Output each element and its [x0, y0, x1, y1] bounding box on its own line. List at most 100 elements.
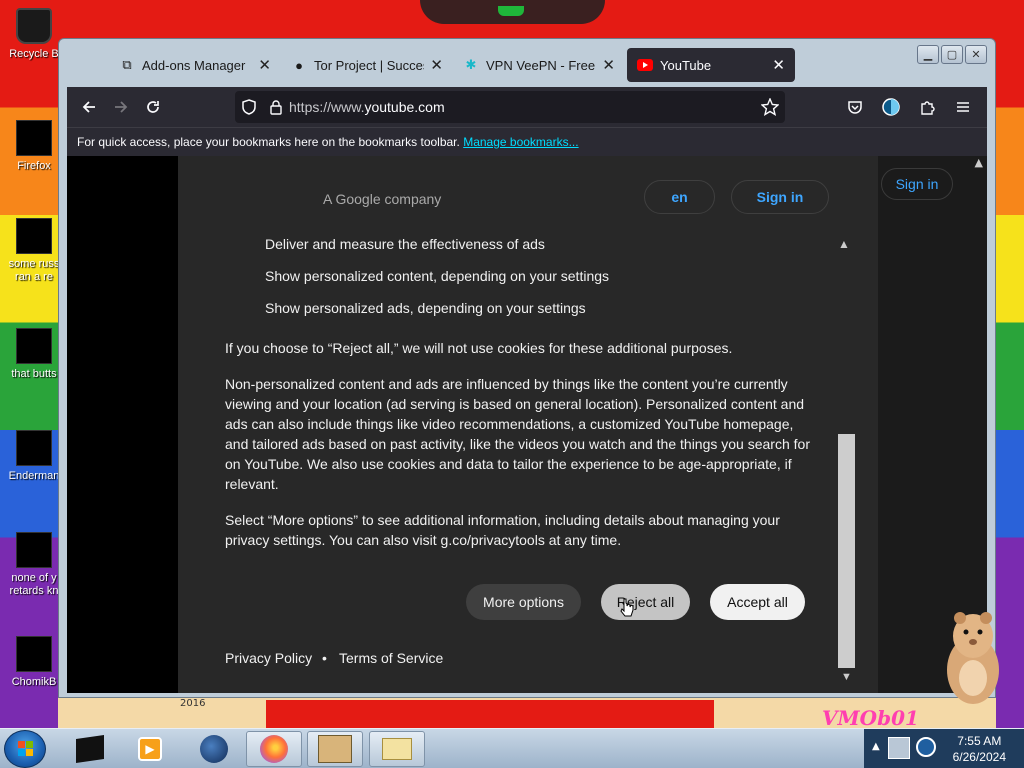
- consent-list-item: Show personalized ads, depending on your…: [265, 300, 586, 316]
- chevron-up-icon[interactable]: ▲: [838, 237, 850, 251]
- tray-expand-icon[interactable]: ▲: [872, 741, 880, 752]
- close-tab-button[interactable]: ✕: [430, 56, 443, 74]
- media-player-icon: ▶: [138, 737, 162, 761]
- close-tab-button[interactable]: ✕: [602, 56, 615, 74]
- close-tab-button[interactable]: ✕: [258, 56, 271, 74]
- language-button[interactable]: en: [644, 180, 715, 214]
- url-bar[interactable]: https://www.youtube.com: [235, 91, 785, 123]
- desktop-icon-label: Firefox: [17, 160, 51, 172]
- tab-veepn[interactable]: ✱ VPN VeePN - Free VPN ✕: [453, 48, 625, 82]
- reject-all-button[interactable]: Reject all: [601, 584, 690, 620]
- start-button[interactable]: [4, 730, 46, 768]
- menu-button[interactable]: [947, 91, 979, 123]
- taskbar-item-firefox[interactable]: [246, 731, 302, 767]
- tab-addons-manager[interactable]: ⧉ Add-ons Manager ✕: [109, 48, 281, 82]
- taskbar-item-explorer[interactable]: [369, 731, 425, 767]
- desktop-icon-firefox[interactable]: Firefox: [4, 120, 64, 173]
- desktop-icon-label: ChomikB: [11, 676, 57, 688]
- google-company-text: A Google company: [323, 191, 442, 207]
- pocket-button[interactable]: [839, 91, 871, 123]
- wallpaper-strip-red: [266, 700, 714, 728]
- consent-list-item: Deliver and measure the effectiveness of…: [265, 236, 545, 252]
- desktop-icon-enderman[interactable]: Enderman: [4, 430, 64, 483]
- desktop-icon-none-of-y[interactable]: none of y retards kn: [4, 532, 64, 598]
- tab-label: VPN VeePN - Free VPN: [486, 57, 596, 73]
- desktop-icon-recycle-bin[interactable]: Recycle B: [4, 8, 64, 61]
- taskbar: ▶ ▲ 7:55 AM 6/26/2024: [0, 728, 1024, 768]
- pocket-icon: [848, 101, 862, 114]
- desktop-icon-some-russ[interactable]: some russ ran a re: [4, 218, 64, 284]
- bookmarks-toolbar: For quick access, place your bookmarks h…: [67, 127, 987, 156]
- terms-of-service-link[interactable]: Terms of Service: [339, 650, 443, 666]
- tab-label: YouTube: [660, 57, 712, 73]
- wallpaper-logo-text: VMOb01: [822, 706, 919, 730]
- clock-date: 6/26/2024: [952, 750, 1006, 764]
- navigation-toolbar: https://www.youtube.com: [67, 87, 987, 127]
- extensions-button[interactable]: [911, 91, 943, 123]
- youtube-sign-in-button[interactable]: Sign in: [881, 168, 953, 200]
- minimize-button[interactable]: ▁: [917, 45, 939, 64]
- tab-label: Add-ons Manager: [142, 57, 246, 73]
- taskbar-item-terminal[interactable]: [62, 731, 118, 767]
- url-domain: youtube.com: [364, 99, 445, 115]
- close-tab-button[interactable]: ✕: [772, 56, 785, 74]
- accept-all-button[interactable]: Accept all: [710, 584, 805, 620]
- document-icon: [16, 218, 52, 254]
- hamster-mascot: [947, 612, 999, 704]
- shield-icon: [242, 99, 256, 115]
- hamster-box-icon: [318, 735, 352, 763]
- consent-paragraph-personalization: Non-personalized content and ads are inf…: [225, 376, 810, 492]
- clock-time: 7:55 AM: [957, 734, 1002, 748]
- vpn-extension-button[interactable]: [875, 91, 907, 123]
- taskbar-item-media-player[interactable]: ▶: [122, 731, 178, 767]
- tab-tor-project[interactable]: ● Tor Project | Success ✕: [281, 48, 453, 82]
- privacy-policy-link[interactable]: Privacy Policy: [225, 650, 312, 666]
- taskbar-item-chomikbox[interactable]: [307, 731, 363, 767]
- consent-sign-in-button[interactable]: Sign in: [731, 180, 829, 214]
- page-scroll-up-icon[interactable]: ▲: [975, 156, 983, 169]
- network-icon[interactable]: [888, 737, 910, 759]
- desktop-icon-label: that butts: [11, 368, 57, 380]
- windows-logo-icon: [18, 741, 33, 756]
- desktop-icon-label: some russ ran a re: [8, 258, 60, 283]
- vpn-tray-icon[interactable]: [916, 737, 936, 757]
- window-controls: ▁ ▢ ✕: [917, 45, 987, 64]
- more-options-button[interactable]: More options: [466, 584, 581, 620]
- tab-youtube[interactable]: YouTube ✕: [627, 48, 795, 82]
- window-stack-icon: [16, 328, 52, 364]
- browser-window: ⧉ Add-ons Manager ✕ ● Tor Project | Succ…: [58, 38, 996, 698]
- hamburger-menu-icon: [957, 102, 969, 112]
- firefox-icon: [260, 735, 288, 763]
- desktop-icon-that-butts[interactable]: that butts: [4, 328, 64, 381]
- bookmark-star-icon[interactable]: [760, 97, 780, 120]
- folder-icon: [382, 738, 412, 760]
- back-button[interactable]: [73, 91, 105, 123]
- consent-list-item: Show personalized content, depending on …: [265, 268, 610, 284]
- forward-arrow-icon: [115, 101, 128, 113]
- hamster-box-icon: [16, 636, 52, 672]
- puzzle-icon: [921, 101, 935, 115]
- clock[interactable]: 7:55 AM 6/26/2024: [953, 733, 1006, 765]
- manage-bookmarks-link[interactable]: Manage bookmarks...: [463, 135, 578, 149]
- onion-icon: ●: [295, 57, 303, 73]
- dialog-scroll-down-icon[interactable]: ▼: [841, 671, 852, 683]
- consent-paragraph-more-options: Select “More options” to see additional …: [225, 512, 780, 548]
- consent-dialog: A Google company en Sign in Deliver and …: [178, 156, 878, 693]
- footer-separator: •: [322, 650, 327, 666]
- reload-button[interactable]: [137, 91, 169, 123]
- maximize-button[interactable]: ▢: [941, 45, 963, 64]
- terminal-icon: [16, 430, 52, 466]
- tab-strip: ⧉ Add-ons Manager ✕ ● Tor Project | Succ…: [59, 39, 995, 87]
- globe-icon: [200, 735, 228, 763]
- puzzle-icon: ⧉: [122, 57, 132, 72]
- desktop-icon-chomikb[interactable]: ChomikB: [4, 636, 64, 689]
- tab-label: Tor Project | Success: [314, 57, 425, 73]
- veepn-icon: ✱: [465, 57, 477, 72]
- forward-button[interactable]: [105, 91, 137, 123]
- firefox-icon: [16, 120, 52, 156]
- close-window-button[interactable]: ✕: [965, 45, 987, 64]
- wallpaper-shape: [420, 0, 605, 24]
- dialog-scrollbar-thumb[interactable]: [838, 434, 855, 668]
- mouse-cursor-icon: [620, 598, 634, 617]
- taskbar-item-globe[interactable]: [186, 731, 242, 767]
